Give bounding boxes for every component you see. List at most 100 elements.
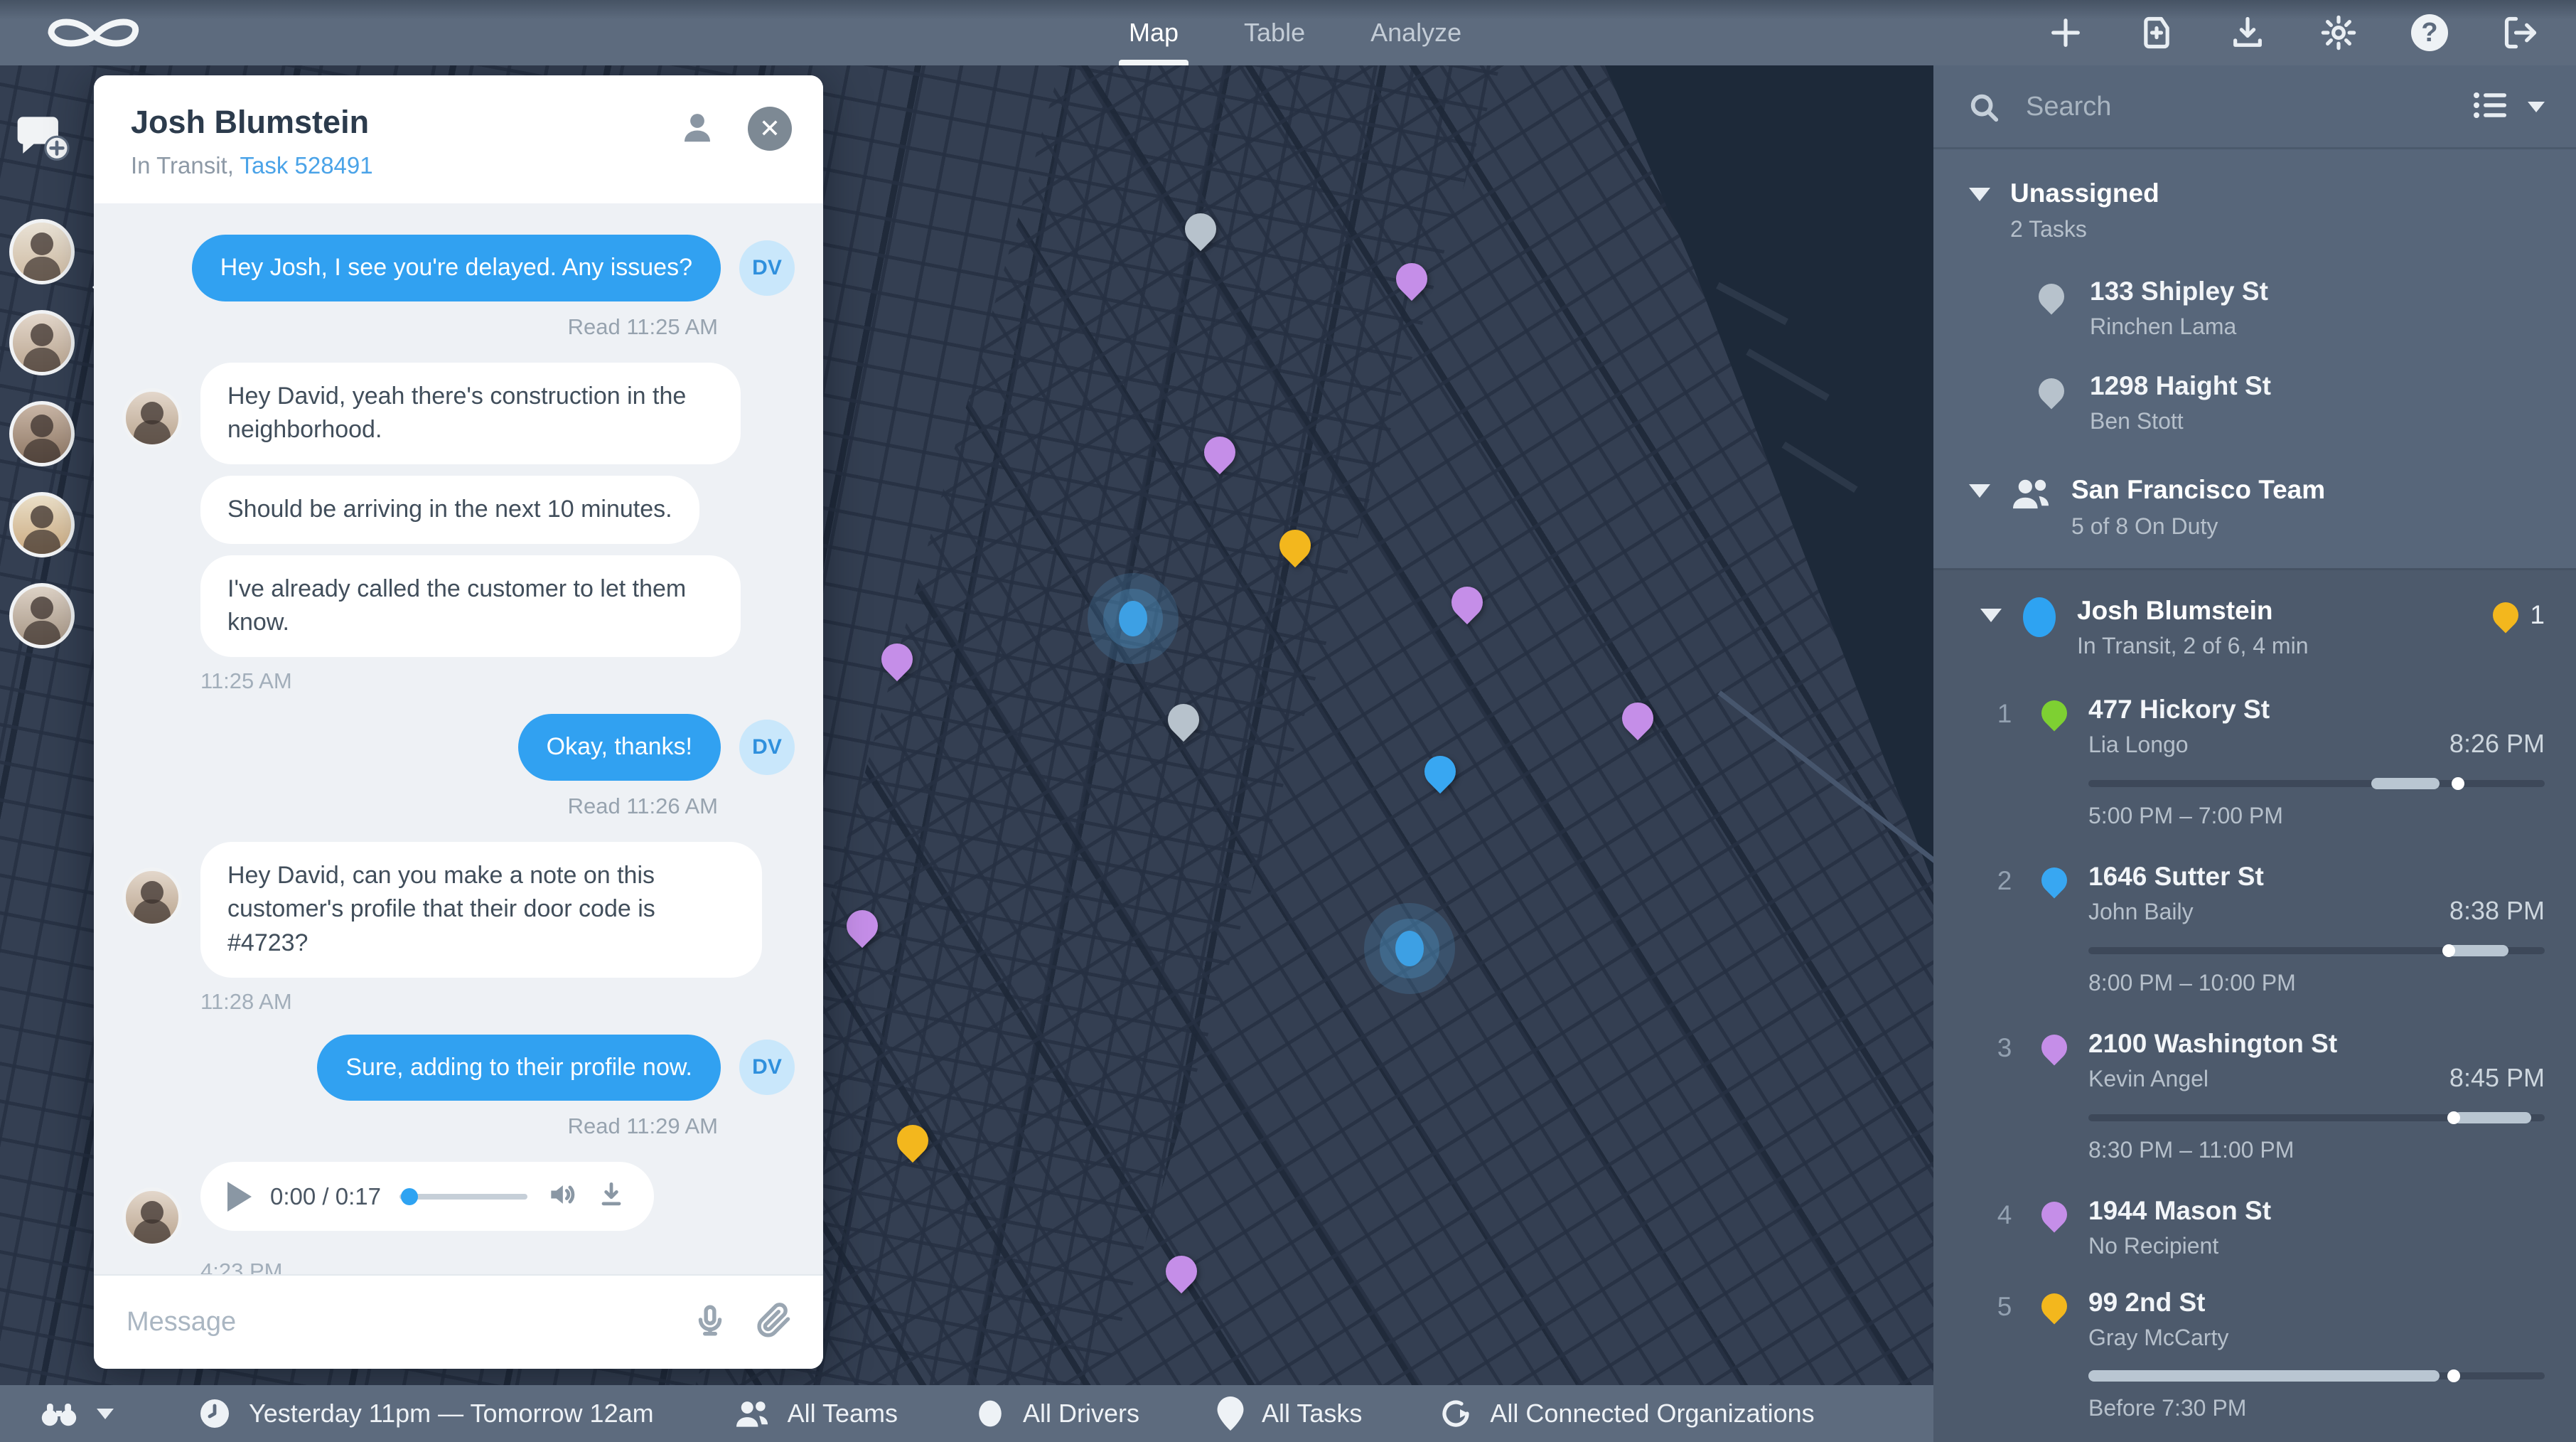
tasks-filter[interactable]: All Tasks: [1216, 1396, 1362, 1431]
driver-avatar[interactable]: [9, 583, 75, 648]
collapse-caret-icon[interactable]: [1980, 609, 2002, 622]
task-sequence-number: 1: [1989, 699, 2020, 833]
view-tabs: Map Table Analyze: [1123, 0, 1467, 65]
route-task-row[interactable]: 3 2100 Washington St Kevin Angel 8:45 PM…: [1933, 1005, 2576, 1172]
audio-seek-handle[interactable]: [401, 1188, 418, 1205]
attachment-icon[interactable]: [756, 1303, 792, 1342]
dispatcher-avatar-badge: DV: [739, 1040, 795, 1095]
task-pin-gray: [2034, 279, 2070, 315]
progress-now-marker: [2442, 944, 2455, 957]
badge-count: 1: [2530, 600, 2545, 630]
chat-header-icons: ✕: [678, 107, 792, 151]
driver-location-dot[interactable]: [1119, 601, 1147, 636]
drivers-filter[interactable]: All Drivers: [975, 1398, 1139, 1429]
task-pin-blue: [2036, 862, 2073, 898]
message-outgoing: Sure, adding to their profile now. DV: [122, 1035, 795, 1101]
message-incoming-group: Hey David, can you make a note on this c…: [122, 842, 795, 978]
driver-avatar: [122, 1187, 182, 1247]
driver-avatar[interactable]: [9, 492, 75, 557]
logout-icon[interactable]: [2501, 13, 2540, 53]
onfleet-dashboard: { "topbar": { "tabs": [ {"label": "Map"}…: [0, 0, 2576, 1442]
export-download-icon[interactable]: [2228, 13, 2268, 53]
unassigned-task-row[interactable]: 133 Shipley St Rinchen Lama: [1933, 252, 2576, 347]
team-section-header[interactable]: San Francisco Team 5 of 8 On Duty: [1933, 442, 2576, 549]
message-bubble: Should be arriving in the next 10 minute…: [200, 476, 699, 544]
task-progress-bar: [2088, 1114, 2545, 1121]
progress-now-marker: [2452, 777, 2464, 790]
task-progress-bar: [2088, 780, 2545, 787]
team-status: 5 of 8 On Duty: [2071, 513, 2325, 540]
settings-gear-icon[interactable]: [2319, 13, 2358, 53]
lookup-binoculars-control[interactable]: [40, 1399, 114, 1428]
driver-profile-icon[interactable]: [678, 108, 717, 150]
team-icon: [2010, 474, 2051, 515]
task-address: 1944 Mason St: [2088, 1196, 2545, 1226]
task-time-window: 5:00 PM – 7:00 PM: [2088, 803, 2545, 833]
message-outgoing: Hey Josh, I see you're delayed. Any issu…: [122, 235, 795, 301]
task-sequence-number: 2: [1989, 866, 2020, 1000]
onfleet-logo-icon[interactable]: [41, 10, 148, 55]
collapse-caret-icon[interactable]: [1969, 188, 1990, 201]
route-task-row[interactable]: 4 1944 Mason St No Recipient: [1933, 1172, 2576, 1264]
section-title: Unassigned: [2010, 178, 2159, 209]
help-icon[interactable]: ?: [2410, 13, 2449, 53]
audio-volume-icon[interactable]: [546, 1179, 577, 1214]
filter-bar: Yesterday 11pm — Tomorrow 12am All Teams…: [0, 1385, 1933, 1442]
unassigned-section-header[interactable]: Unassigned 2 Tasks: [1933, 149, 2576, 252]
message-timestamp: 11:25 AM: [200, 668, 795, 694]
dispatcher-avatar-badge: DV: [739, 240, 795, 296]
task-eta: 8:45 PM: [2449, 1063, 2545, 1093]
add-task-icon[interactable]: [2046, 13, 2086, 53]
team-name: San Francisco Team: [2071, 474, 2325, 506]
task-sequence-number: 4: [1989, 1200, 2020, 1259]
message-input[interactable]: [125, 1306, 664, 1338]
tab-table[interactable]: Table: [1238, 0, 1311, 65]
driver-avatar-active[interactable]: [9, 310, 75, 375]
teams-filter[interactable]: All Teams: [734, 1398, 898, 1429]
message-bubble: Okay, thanks!: [518, 714, 721, 781]
close-chat-icon[interactable]: ✕: [748, 107, 792, 151]
tasks-filter-label: All Tasks: [1262, 1399, 1362, 1428]
tab-map-label: Map: [1129, 18, 1179, 48]
task-address: 1646 Sutter St: [2088, 862, 2545, 892]
message-outgoing: Okay, thanks! DV: [122, 714, 795, 781]
list-view-icon[interactable]: [2472, 87, 2509, 127]
audio-play-icon[interactable]: [227, 1182, 252, 1212]
route-task-row[interactable]: 6 600 Harrison St Brian Rekasis: [1933, 1430, 2576, 1442]
collapse-caret-icon[interactable]: [1969, 484, 1990, 498]
message-bubble: Hey Josh, I see you're delayed. Any issu…: [192, 235, 721, 301]
drivers-filter-label: All Drivers: [1023, 1399, 1139, 1428]
search-input[interactable]: [2024, 91, 2472, 123]
tab-table-label: Table: [1244, 18, 1305, 48]
import-tasks-icon[interactable]: [2137, 13, 2177, 53]
task-time-window: 8:30 PM – 11:00 PM: [2088, 1137, 2545, 1168]
sort-caret-icon[interactable]: [2528, 102, 2545, 112]
task-recipient: Gray McCarty: [2088, 1325, 2545, 1351]
task-address: 477 Hickory St: [2088, 695, 2545, 725]
lookup-caret-icon[interactable]: [97, 1409, 114, 1419]
task-time-window: Before 7:30 PM: [2088, 1395, 2545, 1426]
route-task-row[interactable]: 2 1646 Sutter St John Baily 8:38 PM 8:00…: [1933, 838, 2576, 1005]
route-task-row[interactable]: 5 99 2nd St Gray McCarty Before 7:30 PM: [1933, 1264, 2576, 1430]
unassigned-task-row[interactable]: 1298 Haight St Ben Stott: [1933, 347, 2576, 442]
clock-icon: [198, 1396, 232, 1431]
driver-location-dot[interactable]: [1395, 931, 1424, 966]
task-recipient: Rinchen Lama: [2090, 314, 2268, 340]
task-link[interactable]: Task 528491: [240, 152, 372, 178]
driver-row-josh[interactable]: Josh Blumstein In Transit, 2 of 6, 4 min…: [1933, 570, 2576, 671]
audio-download-icon[interactable]: [596, 1179, 627, 1214]
task-recipient: Lia Longo: [2088, 732, 2189, 758]
audio-seek-slider[interactable]: [399, 1194, 527, 1200]
route-task-row[interactable]: 1 477 Hickory St Lia Longo 8:26 PM 5:00 …: [1933, 671, 2576, 838]
task-address: 133 Shipley St: [2090, 277, 2268, 306]
time-range-filter[interactable]: Yesterday 11pm — Tomorrow 12am: [198, 1396, 654, 1431]
driver-avatar[interactable]: [9, 401, 75, 466]
voice-record-icon[interactable]: [692, 1303, 728, 1342]
tab-analyze[interactable]: Analyze: [1365, 0, 1467, 65]
progress-now-marker: [2447, 1369, 2460, 1382]
organizations-filter[interactable]: All Connected Organizations: [1439, 1396, 1814, 1431]
chat-status-text: In Transit,: [131, 152, 240, 178]
new-chat-icon[interactable]: [12, 111, 72, 164]
tab-map[interactable]: Map: [1123, 0, 1184, 65]
driver-avatar[interactable]: [9, 219, 75, 284]
